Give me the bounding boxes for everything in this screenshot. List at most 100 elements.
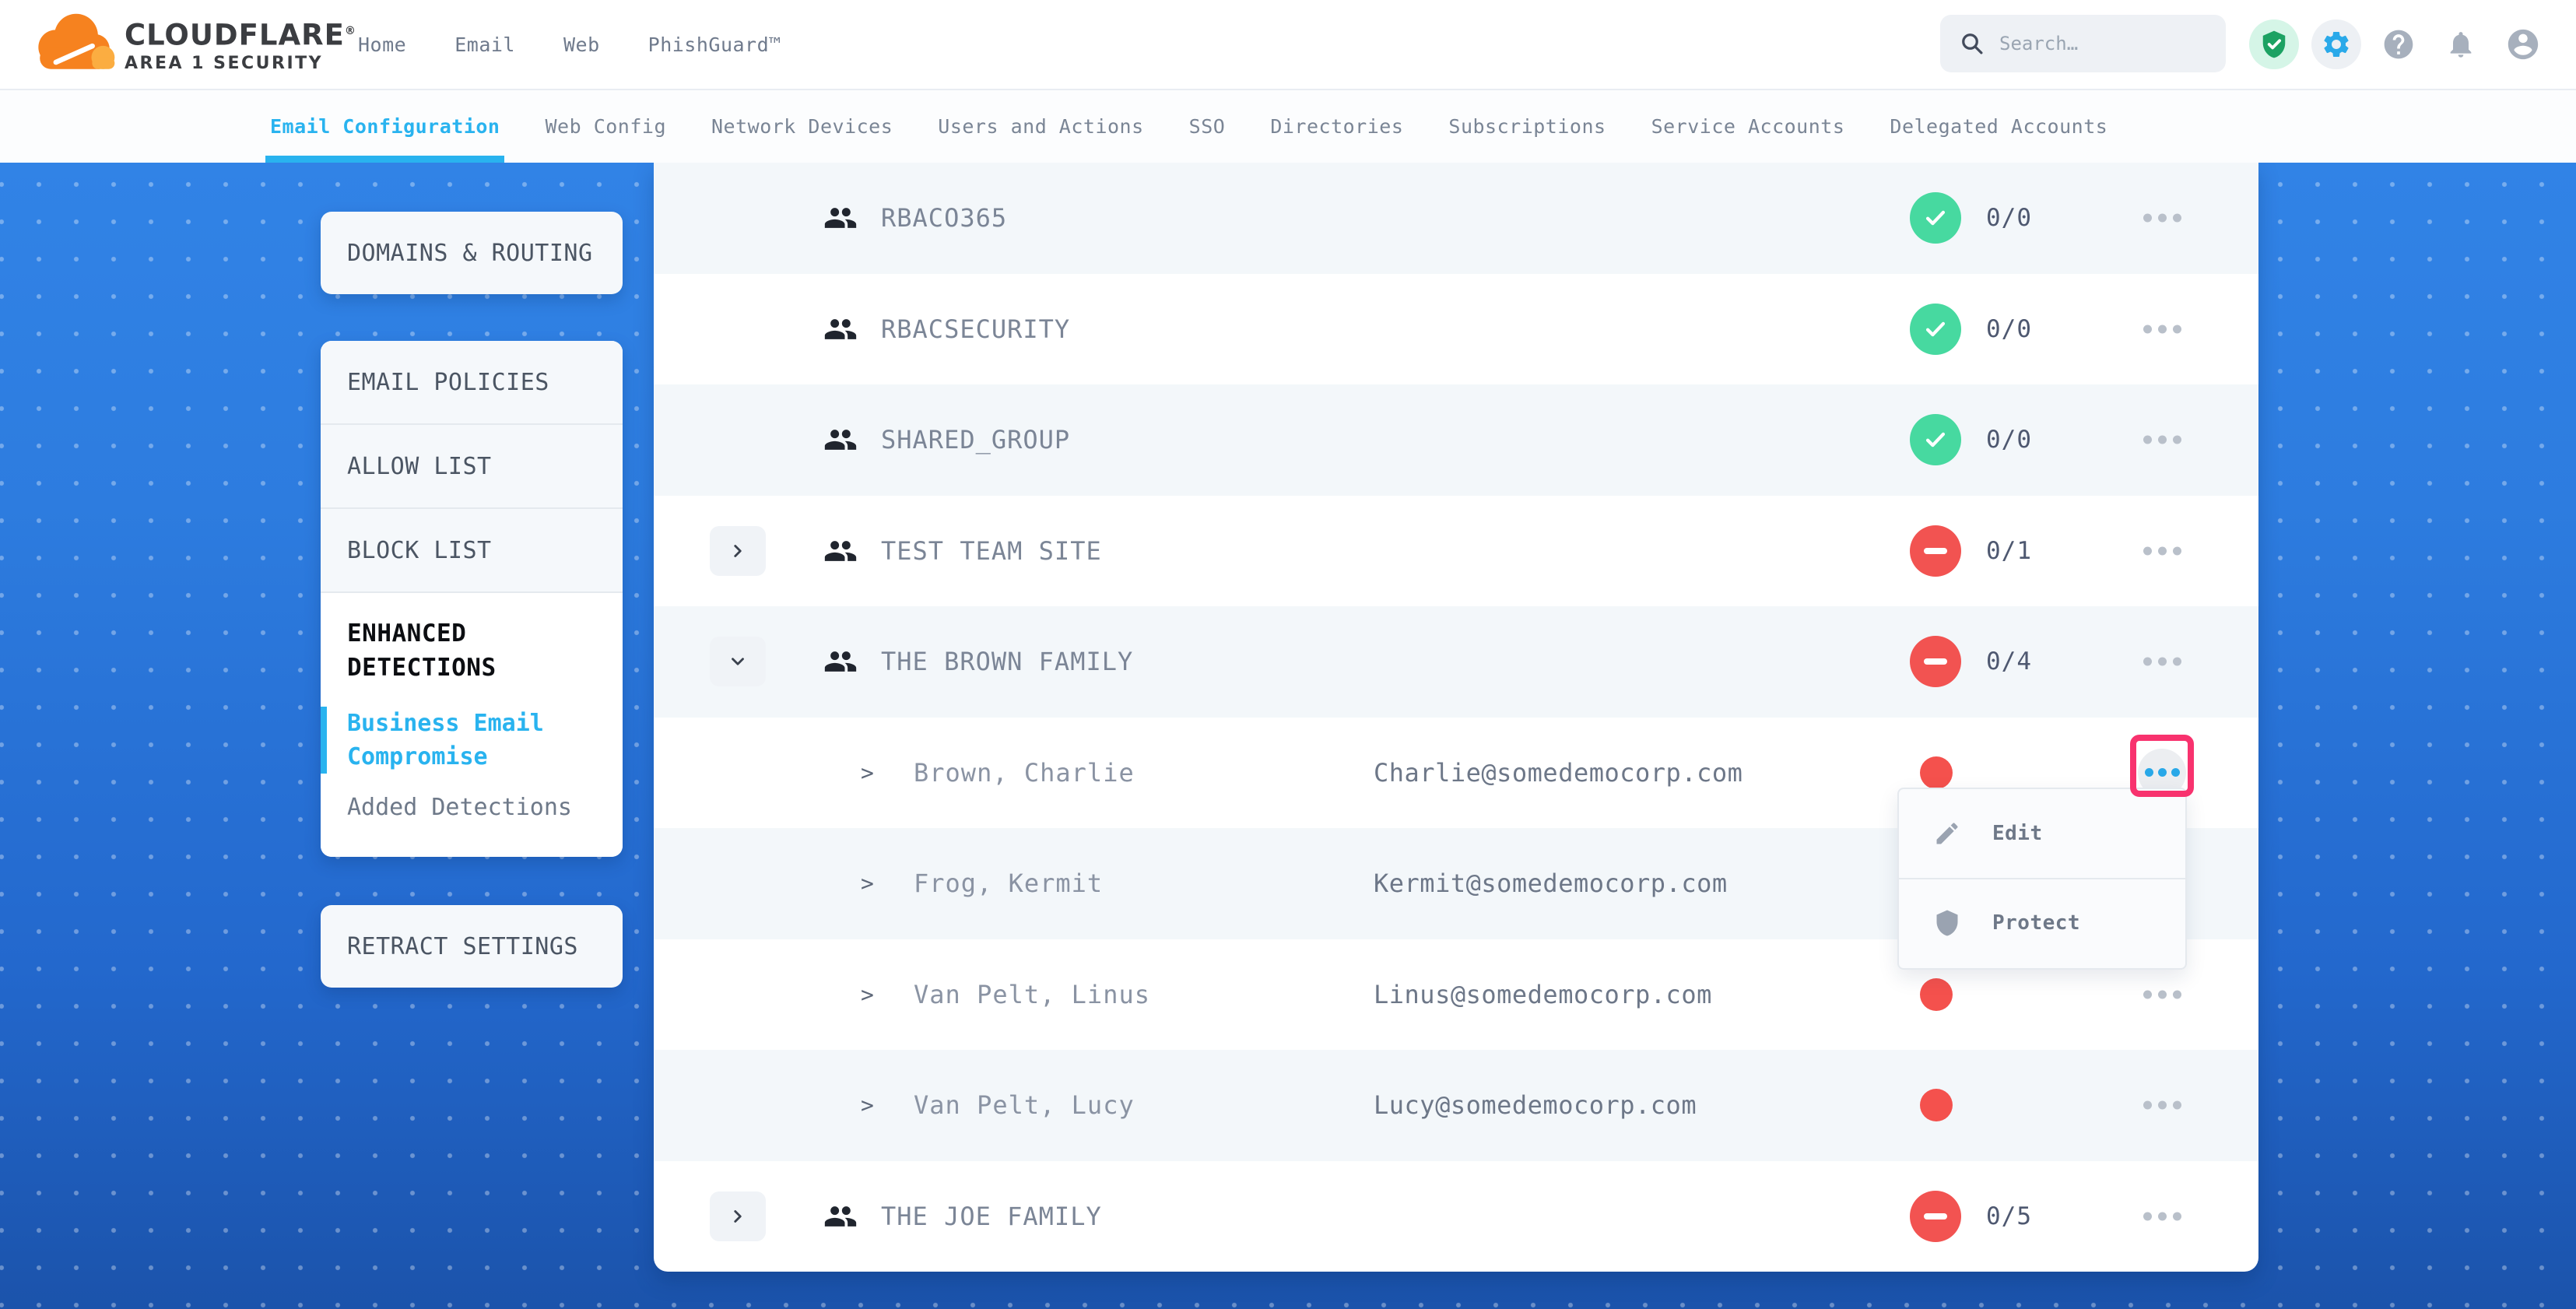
member-name: Brown, Charlie bbox=[914, 758, 1135, 788]
table-row: RBACSECURITY 0/0 bbox=[654, 274, 2258, 385]
row-actions-button[interactable] bbox=[2134, 546, 2190, 555]
bell-icon[interactable] bbox=[2436, 19, 2486, 69]
enhanced-detections-title: ENHANCED DETECTIONS bbox=[321, 616, 623, 685]
table-row: THE JOE FAMILY 0/5 bbox=[654, 1161, 2258, 1272]
app-root: CLOUDFLARE® AREA 1 SECURITY Home Email W… bbox=[0, 0, 2576, 1309]
table-row: RBACO365 0/0 bbox=[654, 163, 2258, 274]
row-context-menu: Edit Protect bbox=[1897, 788, 2187, 970]
tab-network-devices[interactable]: Network Devices bbox=[711, 90, 893, 163]
brand-subtitle: AREA 1 SECURITY bbox=[125, 54, 356, 73]
expand-group-button[interactable] bbox=[710, 526, 766, 576]
row-actions-button[interactable] bbox=[2134, 1101, 2190, 1110]
avatar-icon[interactable] bbox=[2498, 19, 2548, 69]
brand-text: CLOUDFLARE® AREA 1 SECURITY bbox=[125, 16, 356, 73]
menu-item-edit[interactable]: Edit bbox=[1899, 789, 2185, 878]
people-icon bbox=[823, 312, 858, 346]
top-header: CLOUDFLARE® AREA 1 SECURITY Home Email W… bbox=[0, 0, 2576, 89]
people-icon bbox=[823, 644, 858, 679]
row-actions-button[interactable] bbox=[2134, 658, 2190, 666]
cloudflare-logo-icon bbox=[31, 6, 118, 82]
chevron-right-icon bbox=[861, 760, 874, 785]
excluded-dot-icon bbox=[1920, 756, 1953, 789]
people-icon bbox=[823, 201, 858, 235]
sidebar-item-domains-routing[interactable]: DOMAINS & ROUTING bbox=[321, 212, 623, 294]
trademark: ® bbox=[345, 25, 356, 37]
sidebar-section-enhanced-detections: ENHANCED DETECTIONS Business Email Compr… bbox=[321, 593, 623, 857]
expand-group-button[interactable] bbox=[710, 1191, 766, 1241]
tab-email-configuration[interactable]: Email Configuration bbox=[270, 90, 500, 163]
sidebar-item-retract-settings[interactable]: RETRACT SETTINGS bbox=[321, 905, 623, 988]
search-bar[interactable] bbox=[1940, 15, 2226, 72]
member-count: 0/4 bbox=[1986, 647, 2032, 676]
collapse-group-button[interactable] bbox=[710, 637, 766, 686]
groups-table: RBACO365 0/0 RBACSECURITY 0/0 SHARED_G bbox=[654, 163, 2258, 1272]
chevron-right-icon bbox=[728, 1206, 748, 1227]
nav-web[interactable]: Web bbox=[563, 33, 600, 56]
gear-icon[interactable] bbox=[2311, 19, 2361, 69]
table-row: TEST TEAM SITE 0/1 bbox=[654, 496, 2258, 607]
primary-nav: Home Email Web PhishGuard™ bbox=[358, 0, 781, 89]
row-actions-button[interactable] bbox=[2134, 436, 2190, 444]
excluded-dot-icon bbox=[1920, 978, 1953, 1011]
row-actions-button[interactable] bbox=[2134, 214, 2190, 223]
member-count: 0/0 bbox=[1986, 204, 2032, 232]
sidebar-item-email-policies[interactable]: EMAIL POLICIES bbox=[321, 341, 623, 425]
group-name: THE BROWN FAMILY bbox=[881, 647, 1133, 676]
groups-table-panel: RBACO365 0/0 RBACSECURITY 0/0 SHARED_G bbox=[654, 163, 2258, 1272]
shield-check-icon[interactable] bbox=[2249, 19, 2299, 69]
group-name: SHARED_GROUP bbox=[881, 425, 1070, 454]
minus-icon bbox=[1924, 548, 1947, 554]
row-actions-button[interactable] bbox=[2134, 990, 2190, 998]
member-count: 0/0 bbox=[1986, 426, 2032, 454]
menu-item-label: Edit bbox=[1992, 822, 2043, 845]
chevron-down-icon bbox=[728, 651, 748, 672]
group-name: RBACSECURITY bbox=[881, 314, 1070, 344]
search-input[interactable] bbox=[1999, 33, 2202, 54]
tab-delegated-accounts[interactable]: Delegated Accounts bbox=[1890, 90, 2107, 163]
member-email: Lucy@somedemocorp.com bbox=[1374, 1090, 1697, 1120]
tab-service-accounts[interactable]: Service Accounts bbox=[1651, 90, 1845, 163]
sidebar-item-block-list[interactable]: BLOCK LIST bbox=[321, 509, 623, 593]
member-name: Van Pelt, Linus bbox=[914, 980, 1150, 1009]
tab-sso[interactable]: SSO bbox=[1189, 90, 1226, 163]
row-actions-button[interactable] bbox=[2134, 325, 2190, 333]
content-area: DOMAINS & ROUTING EMAIL POLICIES ALLOW L… bbox=[0, 163, 2576, 1309]
sidebar-policies-card: EMAIL POLICIES ALLOW LIST BLOCK LIST ENH… bbox=[321, 341, 623, 857]
chevron-right-icon bbox=[861, 1093, 874, 1118]
excluded-dot-icon bbox=[1920, 1089, 1953, 1121]
table-row: SHARED_GROUP 0/0 bbox=[654, 384, 2258, 496]
tab-web-config[interactable]: Web Config bbox=[545, 90, 666, 163]
people-icon bbox=[823, 423, 858, 457]
row-actions-button[interactable] bbox=[2134, 1212, 2190, 1220]
minus-icon bbox=[1924, 1213, 1947, 1220]
sidebar-link-added-detections[interactable]: Added Detections bbox=[321, 794, 623, 821]
tab-directories[interactable]: Directories bbox=[1270, 90, 1403, 163]
nav-phishguard[interactable]: PhishGuard™ bbox=[648, 33, 781, 56]
menu-item-protect[interactable]: Protect bbox=[1899, 878, 2185, 967]
minus-icon bbox=[1924, 658, 1947, 665]
shield-icon bbox=[1933, 909, 1961, 937]
status-badge-protected bbox=[1910, 304, 1961, 355]
group-name: THE JOE FAMILY bbox=[881, 1202, 1102, 1231]
chevron-right-icon bbox=[728, 541, 748, 561]
tab-subscriptions[interactable]: Subscriptions bbox=[1448, 90, 1606, 163]
nav-email[interactable]: Email bbox=[454, 33, 515, 56]
status-badge-protected bbox=[1910, 192, 1961, 244]
tab-users-and-actions[interactable]: Users and Actions bbox=[938, 90, 1143, 163]
sidebar-link-business-email-compromise[interactable]: Business Email Compromise bbox=[321, 707, 623, 774]
member-count: 0/5 bbox=[1986, 1202, 2032, 1230]
menu-item-label: Protect bbox=[1992, 911, 2080, 935]
search-icon bbox=[1960, 32, 1984, 55]
group-name: TEST TEAM SITE bbox=[881, 536, 1102, 566]
help-icon[interactable] bbox=[2374, 19, 2423, 69]
nav-home[interactable]: Home bbox=[358, 33, 406, 56]
pencil-icon bbox=[1933, 819, 1961, 848]
member-name: Van Pelt, Lucy bbox=[914, 1090, 1135, 1120]
people-icon bbox=[823, 534, 858, 568]
status-badge-excluded bbox=[1910, 525, 1961, 577]
member-email: Kermit@somedemocorp.com bbox=[1374, 869, 1728, 898]
member-email: Charlie@somedemocorp.com bbox=[1374, 758, 1742, 788]
member-count: 0/1 bbox=[1986, 537, 2032, 565]
chevron-right-icon bbox=[861, 871, 874, 897]
sidebar-item-allow-list[interactable]: ALLOW LIST bbox=[321, 425, 623, 509]
